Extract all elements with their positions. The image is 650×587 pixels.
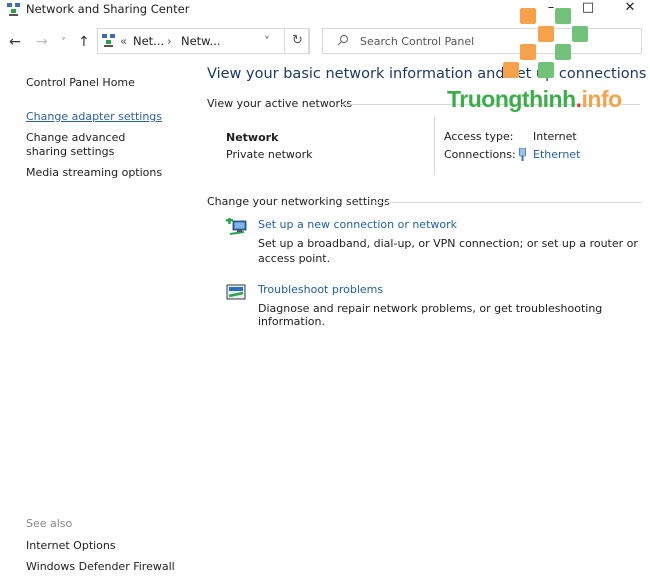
window-title: Network and Sharing Center xyxy=(26,2,190,16)
recent-locations-button[interactable]: ˅ xyxy=(61,37,66,48)
connections-label: Connections: xyxy=(444,148,516,161)
address-dropdown-button[interactable]: ˅ xyxy=(264,34,270,48)
sidebar-control-panel-home[interactable]: Control Panel Home xyxy=(26,76,196,90)
see-also-label: See also xyxy=(26,517,73,530)
section-divider xyxy=(374,202,642,203)
watermark-logo-icon xyxy=(500,6,590,78)
sidebar-media-streaming[interactable]: Media streaming options xyxy=(26,166,196,180)
network-name: Network xyxy=(226,131,279,144)
breadcrumb-overflow[interactable]: « xyxy=(120,34,127,48)
network-divider xyxy=(434,117,435,175)
troubleshoot-icon xyxy=(226,284,246,305)
refresh-icon: ↻ xyxy=(292,33,303,48)
active-networks-label: View your active networks xyxy=(207,97,353,110)
troubleshoot-description: Diagnose and repair network problems, or… xyxy=(258,302,603,328)
watermark-brand: Truongthinh xyxy=(447,86,576,112)
see-also-firewall[interactable]: Windows Defender Firewall xyxy=(26,560,175,573)
ethernet-icon xyxy=(518,147,527,164)
forward-button[interactable]: → xyxy=(36,34,48,50)
address-bar[interactable]: « Net... › Netw... ˅ xyxy=(97,28,309,54)
access-type-value: Internet xyxy=(533,130,577,143)
refresh-button[interactable]: ↻ xyxy=(284,28,310,54)
network-type: Private network xyxy=(226,148,313,161)
search-input[interactable]: Search Control Panel xyxy=(322,28,642,54)
ethernet-connection-link[interactable]: Ethernet xyxy=(533,148,580,161)
troubleshoot-problems-link[interactable]: Troubleshoot problems xyxy=(258,283,383,296)
breadcrumb-item[interactable]: Netw... xyxy=(181,34,221,48)
access-type-label: Access type: xyxy=(444,130,514,143)
sidebar-change-advanced-sharing[interactable]: Change advanced sharing settings xyxy=(26,131,166,159)
watermark-text: Truongthinh.info xyxy=(447,86,622,113)
setup-new-connection-description: Set up a broadband, dial-up, or VPN conn… xyxy=(258,237,638,265)
change-settings-label: Change your networking settings xyxy=(207,195,390,208)
watermark-suffix: info xyxy=(581,86,623,112)
up-button[interactable]: ↑ xyxy=(78,34,90,50)
new-connection-icon xyxy=(226,217,248,241)
search-placeholder: Search Control Panel xyxy=(360,35,475,48)
back-button[interactable]: ← xyxy=(9,34,21,50)
setup-new-connection-link[interactable]: Set up a new connection or network xyxy=(258,218,457,231)
see-also-internet-options[interactable]: Internet Options xyxy=(26,539,116,552)
address-location-icon xyxy=(102,34,115,50)
sidebar-change-adapter-settings[interactable]: Change adapter settings xyxy=(26,110,196,124)
search-icon xyxy=(337,34,349,49)
breadcrumb-item[interactable]: Net... xyxy=(133,34,164,48)
close-button[interactable]: ✕ xyxy=(612,0,648,18)
breadcrumb-separator[interactable]: › xyxy=(167,34,172,48)
network-sharing-icon xyxy=(7,3,20,16)
